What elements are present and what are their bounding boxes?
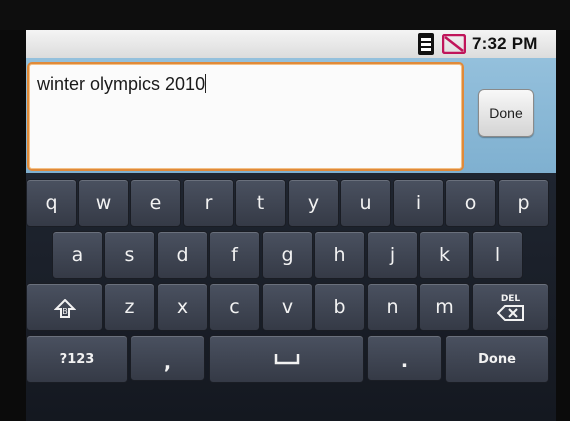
status-bar: 7:32 PM	[26, 30, 556, 58]
shift-key[interactable]: B	[26, 283, 103, 331]
key-q[interactable]: q	[26, 179, 77, 227]
soft-keyboard: q w e r t y u i o p a s d f g h j k l B …	[26, 173, 556, 421]
key-s[interactable]: s	[104, 231, 155, 279]
key-o[interactable]: o	[445, 179, 496, 227]
key-x[interactable]: x	[157, 283, 208, 331]
no-sim-icon	[442, 34, 466, 54]
key-j[interactable]: j	[367, 231, 418, 279]
key-l[interactable]: l	[472, 231, 523, 279]
key-n[interactable]: n	[367, 283, 418, 331]
search-text-field[interactable]: winter olympics 2010	[27, 62, 464, 171]
extract-edit-area: winter olympics 2010 Done	[26, 58, 556, 173]
key-i[interactable]: i	[393, 179, 444, 227]
key-m[interactable]: m	[419, 283, 470, 331]
key-h[interactable]: h	[314, 231, 365, 279]
key-u[interactable]: u	[340, 179, 391, 227]
key-e[interactable]: e	[130, 179, 181, 227]
device-bezel	[0, 0, 570, 30]
shift-hint-letter: B	[62, 306, 68, 316]
key-r[interactable]: r	[183, 179, 234, 227]
text-field-value: winter olympics 2010	[37, 74, 206, 94]
key-k[interactable]: k	[419, 231, 470, 279]
text-caret	[205, 74, 207, 93]
key-v[interactable]: v	[262, 283, 313, 331]
backspace-icon	[496, 304, 524, 321]
key-d[interactable]: d	[157, 231, 208, 279]
comma-key[interactable]: ,	[130, 335, 205, 381]
key-y[interactable]: y	[288, 179, 339, 227]
key-a[interactable]: a	[52, 231, 103, 279]
space-key[interactable]	[209, 335, 364, 383]
key-g[interactable]: g	[262, 231, 313, 279]
key-w[interactable]: w	[78, 179, 129, 227]
key-b[interactable]: b	[314, 283, 365, 331]
device-screen: 7:32 PM winter olympics 2010 Done q w e …	[26, 30, 556, 421]
keyboard-done-key[interactable]: Done	[445, 335, 549, 383]
delete-key[interactable]: DEL	[472, 283, 549, 331]
symbols-key[interactable]: ?123	[26, 335, 128, 383]
key-t[interactable]: t	[235, 179, 286, 227]
key-p[interactable]: p	[498, 179, 549, 227]
delete-key-label: DEL	[500, 293, 521, 304]
period-key[interactable]: .	[367, 335, 442, 381]
key-c[interactable]: c	[209, 283, 260, 331]
done-button[interactable]: Done	[478, 89, 534, 137]
signal-icon	[418, 33, 434, 55]
key-f[interactable]: f	[209, 231, 260, 279]
space-bar-icon	[274, 354, 299, 365]
status-clock: 7:32 PM	[472, 34, 538, 53]
key-z[interactable]: z	[104, 283, 155, 331]
